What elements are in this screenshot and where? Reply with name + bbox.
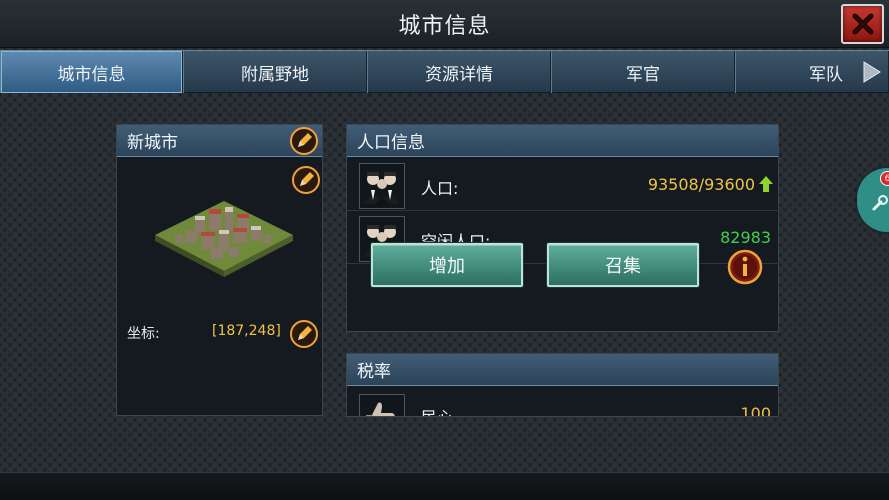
tab-label: 军官 — [626, 64, 660, 85]
tab-label: 附属野地 — [241, 64, 309, 85]
city-panel-header: 新城市 — [117, 125, 322, 157]
population-value: 93508/93600 — [647, 175, 755, 194]
chevron-right-icon — [863, 61, 881, 83]
edit-city-icon[interactable] — [291, 165, 321, 195]
loyalty-avatar — [359, 394, 405, 416]
tab-city-info[interactable]: 城市信息 — [0, 51, 183, 93]
population-label: 人口: — [421, 179, 459, 198]
city-image — [155, 201, 293, 277]
info-icon[interactable] — [727, 249, 763, 285]
city-name: 新城市 — [127, 133, 178, 153]
title-bar: 城市信息 — [0, 0, 889, 48]
window-title: 城市信息 — [398, 14, 491, 39]
coordinates-value: [187,248] — [212, 323, 281, 339]
idle-population-value: 82983 — [720, 228, 771, 247]
tab-attached-wilds[interactable]: 附属野地 — [183, 51, 367, 93]
population-panel-title: 人口信息 — [357, 133, 425, 153]
notification-badge: 6 — [880, 171, 889, 186]
tax-panel-header: 税率 — [347, 354, 778, 386]
loyalty-value: 100 — [740, 404, 771, 417]
tax-panel: 税率 民心 100 — [346, 353, 779, 417]
population-row: 人口: 93508/93600 — [347, 159, 779, 211]
population-avatar — [359, 163, 405, 209]
coordinates-label: 坐标: — [127, 326, 160, 342]
officers-icon — [363, 172, 400, 206]
tab-bar: 城市信息 附属野地 资源详情 军官 军队 — [0, 50, 889, 93]
recruit-button[interactable]: 召集 — [547, 243, 699, 287]
loyalty-label: 民心 — [421, 404, 453, 416]
tax-panel-title: 税率 — [357, 362, 391, 382]
up-arrow-icon — [759, 176, 773, 192]
wrench-icon — [872, 195, 888, 211]
edit-city-name-icon[interactable] — [289, 126, 319, 156]
tab-label: 资源详情 — [425, 64, 493, 85]
tab-label: 城市信息 — [57, 64, 126, 85]
edit-coordinates-icon[interactable] — [289, 319, 319, 349]
tab-label: 军队 — [809, 64, 843, 85]
close-button[interactable] — [841, 4, 884, 44]
tab-resource-details[interactable]: 资源详情 — [367, 51, 551, 93]
tab-officers[interactable]: 军官 — [551, 51, 735, 93]
increase-button[interactable]: 增加 — [371, 243, 523, 287]
bottom-bar — [0, 472, 889, 500]
city-panel: 新城市 坐标: [187,248] — [116, 124, 323, 416]
close-icon — [852, 13, 873, 35]
loyalty-row: 民心 100 — [347, 392, 778, 417]
population-panel-header: 人口信息 — [347, 125, 778, 157]
side-floating-button[interactable]: 6 — [857, 168, 889, 232]
population-panel: 人口信息 人口: 93508/93600 空闲人口: 82983 增加 召集 — [346, 124, 779, 332]
thumbs-up-icon — [366, 402, 395, 416]
tab-scroll-right-button[interactable] — [856, 59, 886, 85]
